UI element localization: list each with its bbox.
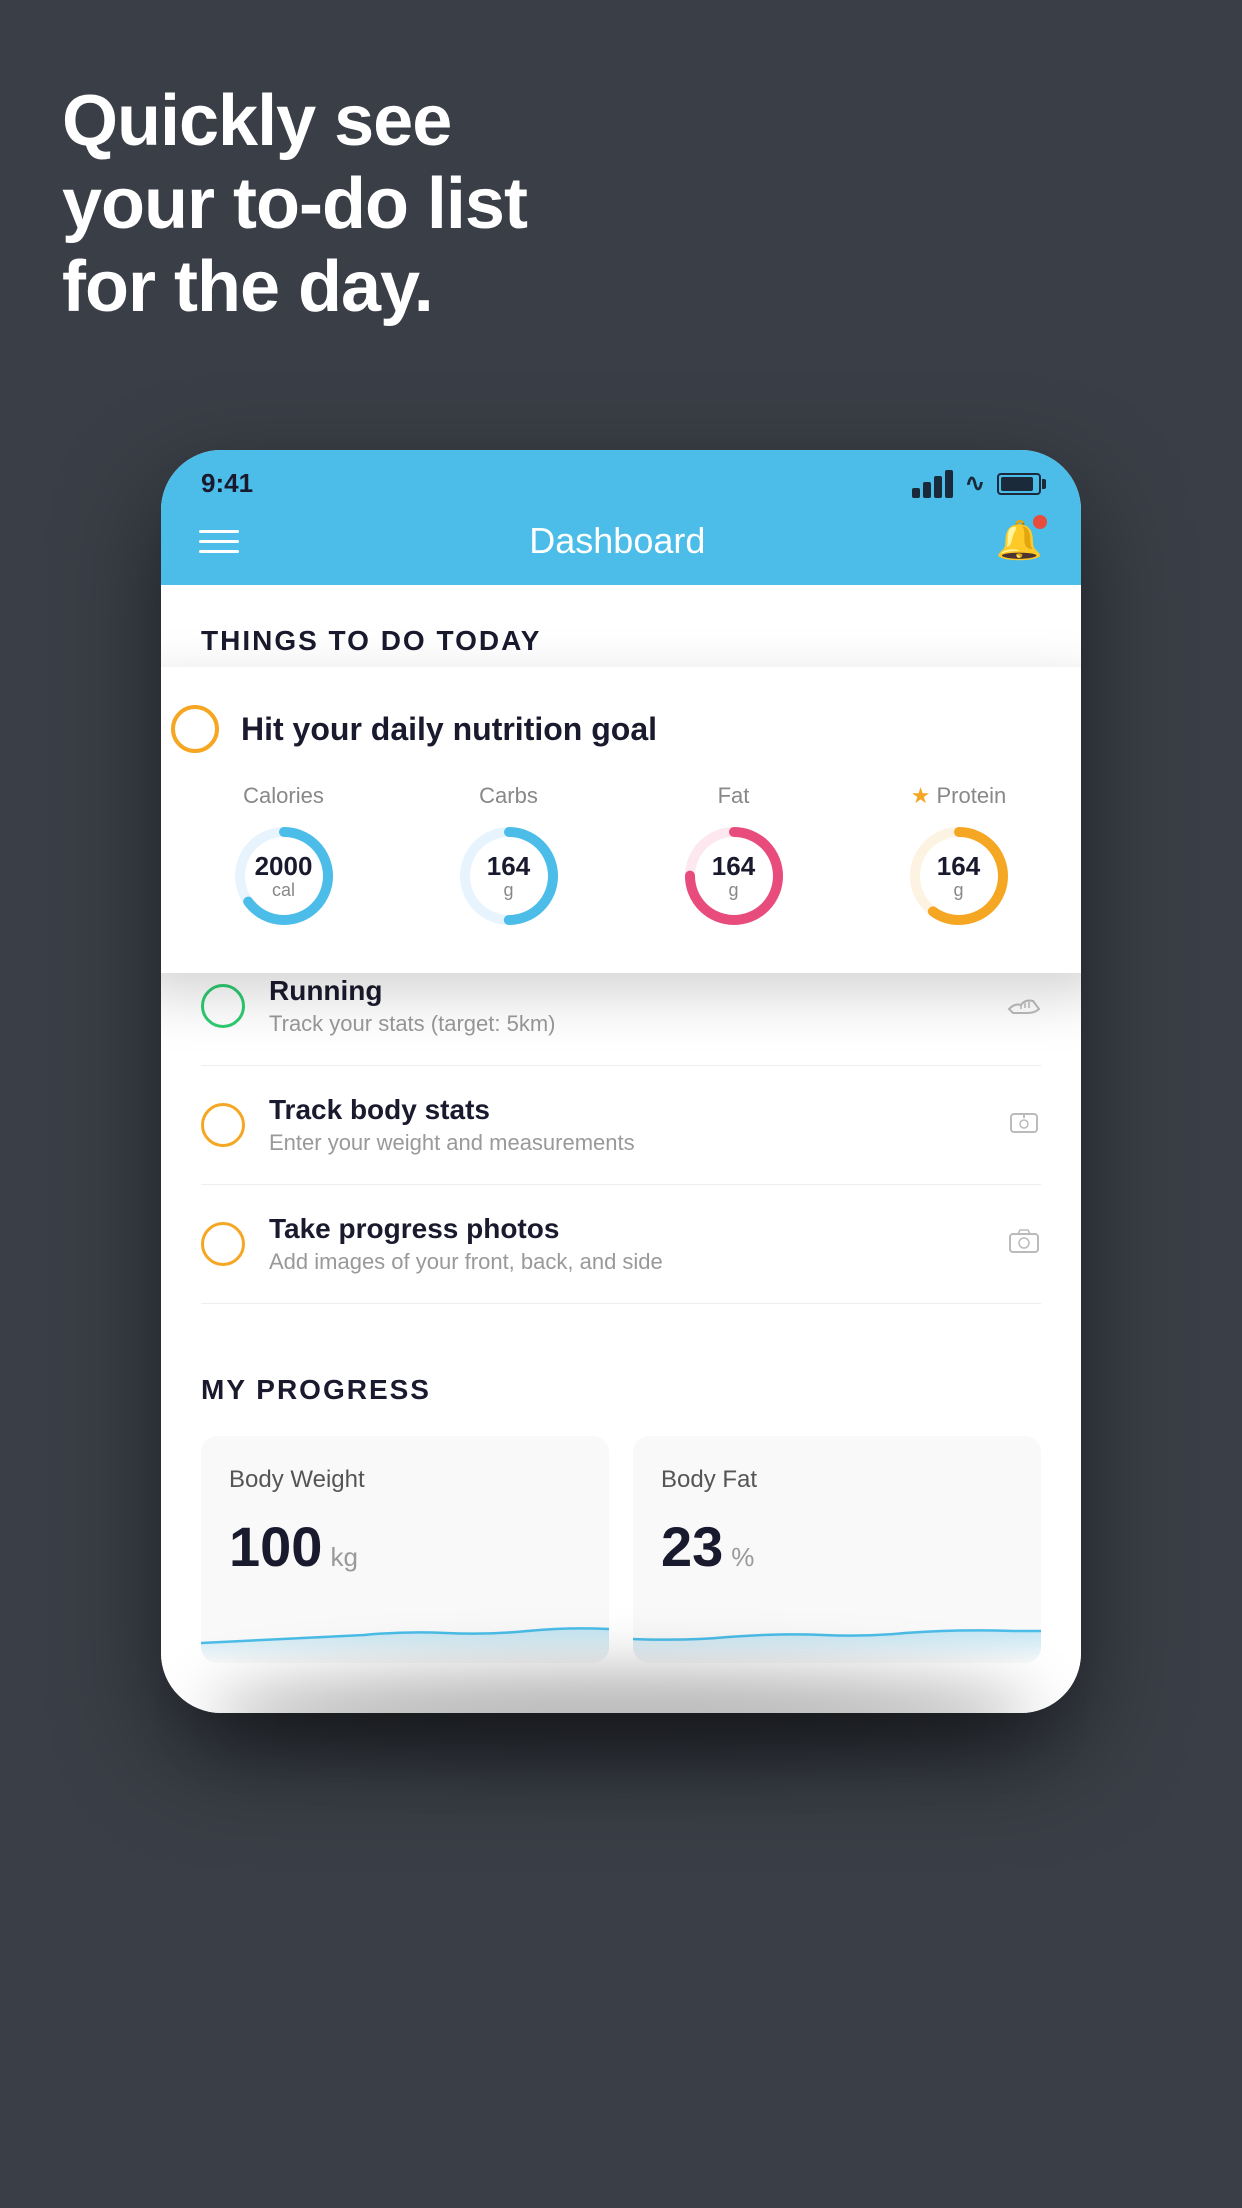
todo-text-photos: Take progress photos Add images of your … bbox=[269, 1213, 983, 1275]
body-weight-value-row: 100 kg bbox=[229, 1514, 581, 1579]
body-weight-chart bbox=[201, 1603, 609, 1663]
todo-title-running: Running bbox=[269, 975, 983, 1007]
hero-line2: your to-do list bbox=[62, 163, 527, 246]
ring-protein: 164 g bbox=[904, 821, 1014, 931]
nav-bar: Dashboard 🔔 bbox=[161, 509, 1081, 585]
star-icon: ★ bbox=[911, 783, 931, 809]
hamburger-menu[interactable] bbox=[199, 530, 239, 553]
card-title-row: Hit your daily nutrition goal bbox=[171, 705, 1071, 753]
ring-center-fat: 164 g bbox=[712, 852, 755, 900]
body-weight-title: Body Weight bbox=[229, 1466, 581, 1494]
todo-text-body-stats: Track body stats Enter your weight and m… bbox=[269, 1094, 983, 1156]
nutrition-card: Hit your daily nutrition goal Calories bbox=[161, 667, 1081, 973]
card-circle-indicator bbox=[171, 705, 219, 753]
nutrition-item-protein: ★ Protein 164 g bbox=[904, 783, 1014, 931]
signal-icon bbox=[912, 470, 953, 498]
todo-circle-photos bbox=[201, 1222, 245, 1266]
todo-circle-running bbox=[201, 984, 245, 1028]
battery-icon bbox=[997, 473, 1041, 495]
card-title: Hit your daily nutrition goal bbox=[241, 711, 657, 748]
status-bar: 9:41 ∿ bbox=[161, 450, 1081, 509]
hero-line1: Quickly see bbox=[62, 80, 527, 163]
progress-header: MY PROGRESS bbox=[201, 1374, 1041, 1406]
status-time: 9:41 bbox=[201, 468, 253, 499]
body-fat-value: 23 bbox=[661, 1514, 723, 1579]
protein-value: 164 bbox=[937, 852, 980, 881]
calories-unit: cal bbox=[255, 880, 313, 900]
body-fat-value-row: 23 % bbox=[661, 1514, 1013, 1579]
progress-section: MY PROGRESS Body Weight 100 kg bbox=[161, 1334, 1081, 1713]
ring-center-carbs: 164 g bbox=[487, 852, 530, 900]
body-weight-unit: kg bbox=[330, 1542, 357, 1573]
body-weight-value: 100 bbox=[229, 1514, 322, 1579]
nutrition-label-calories: Calories bbox=[243, 783, 324, 809]
ring-carbs: 164 g bbox=[454, 821, 564, 931]
todo-subtitle-body-stats: Enter your weight and measurements bbox=[269, 1130, 983, 1156]
todo-text-running: Running Track your stats (target: 5km) bbox=[269, 975, 983, 1037]
todo-title-body-stats: Track body stats bbox=[269, 1094, 983, 1126]
todo-subtitle-photos: Add images of your front, back, and side bbox=[269, 1249, 983, 1275]
fat-unit: g bbox=[712, 880, 755, 900]
todo-item-body-stats[interactable]: Track body stats Enter your weight and m… bbox=[201, 1066, 1041, 1185]
body-fat-unit: % bbox=[731, 1542, 754, 1573]
nutrition-row: Calories 2000 cal bbox=[171, 783, 1071, 931]
ring-center-protein: 164 g bbox=[937, 852, 980, 900]
carbs-unit: g bbox=[487, 880, 530, 900]
scale-icon bbox=[1007, 1107, 1041, 1144]
wifi-icon: ∿ bbox=[965, 469, 985, 498]
nav-title: Dashboard bbox=[529, 520, 705, 562]
carbs-value: 164 bbox=[487, 852, 530, 881]
progress-cards: Body Weight 100 kg bbox=[201, 1436, 1041, 1713]
nutrition-label-fat: Fat bbox=[718, 783, 750, 809]
phone-wrapper: 9:41 ∿ Dashboard 🔔 bbox=[161, 450, 1081, 1713]
calories-value: 2000 bbox=[255, 852, 313, 881]
fat-value: 164 bbox=[712, 852, 755, 881]
nutrition-label-protein: Protein bbox=[937, 783, 1007, 809]
nutrition-item-fat: Fat 164 g bbox=[679, 783, 789, 931]
body-fat-card: Body Fat 23 % bbox=[633, 1436, 1041, 1663]
nutrition-item-carbs: Carbs 164 g bbox=[454, 783, 564, 931]
status-icons: ∿ bbox=[912, 469, 1041, 498]
body-fat-title: Body Fat bbox=[661, 1466, 1013, 1494]
todo-circle-body-stats bbox=[201, 1103, 245, 1147]
ring-fat: 164 g bbox=[679, 821, 789, 931]
protein-unit: g bbox=[937, 880, 980, 900]
nutrition-label-carbs: Carbs bbox=[479, 783, 538, 809]
hero-text: Quickly see your to-do list for the day. bbox=[62, 80, 527, 328]
nutrition-label-protein-row: ★ Protein bbox=[911, 783, 1006, 809]
ring-center-calories: 2000 cal bbox=[255, 852, 313, 900]
notification-dot bbox=[1033, 515, 1047, 529]
content-area: THINGS TO DO TODAY Hit your daily nutrit… bbox=[161, 585, 1081, 1713]
todo-section: Running Track your stats (target: 5km) bbox=[161, 947, 1081, 1304]
todo-title-photos: Take progress photos bbox=[269, 1213, 983, 1245]
shoe-icon bbox=[1007, 988, 1041, 1025]
notification-bell[interactable]: 🔔 bbox=[996, 519, 1043, 563]
body-fat-chart bbox=[633, 1603, 1041, 1663]
hero-line3: for the day. bbox=[62, 246, 527, 329]
todo-item-progress-photos[interactable]: Take progress photos Add images of your … bbox=[201, 1185, 1041, 1304]
ring-calories: 2000 cal bbox=[229, 821, 339, 931]
body-weight-card: Body Weight 100 kg bbox=[201, 1436, 609, 1663]
todo-subtitle-running: Track your stats (target: 5km) bbox=[269, 1011, 983, 1037]
nutrition-item-calories: Calories 2000 cal bbox=[229, 783, 339, 931]
photo-icon bbox=[1007, 1226, 1041, 1263]
phone-frame: 9:41 ∿ Dashboard 🔔 bbox=[161, 450, 1081, 1713]
